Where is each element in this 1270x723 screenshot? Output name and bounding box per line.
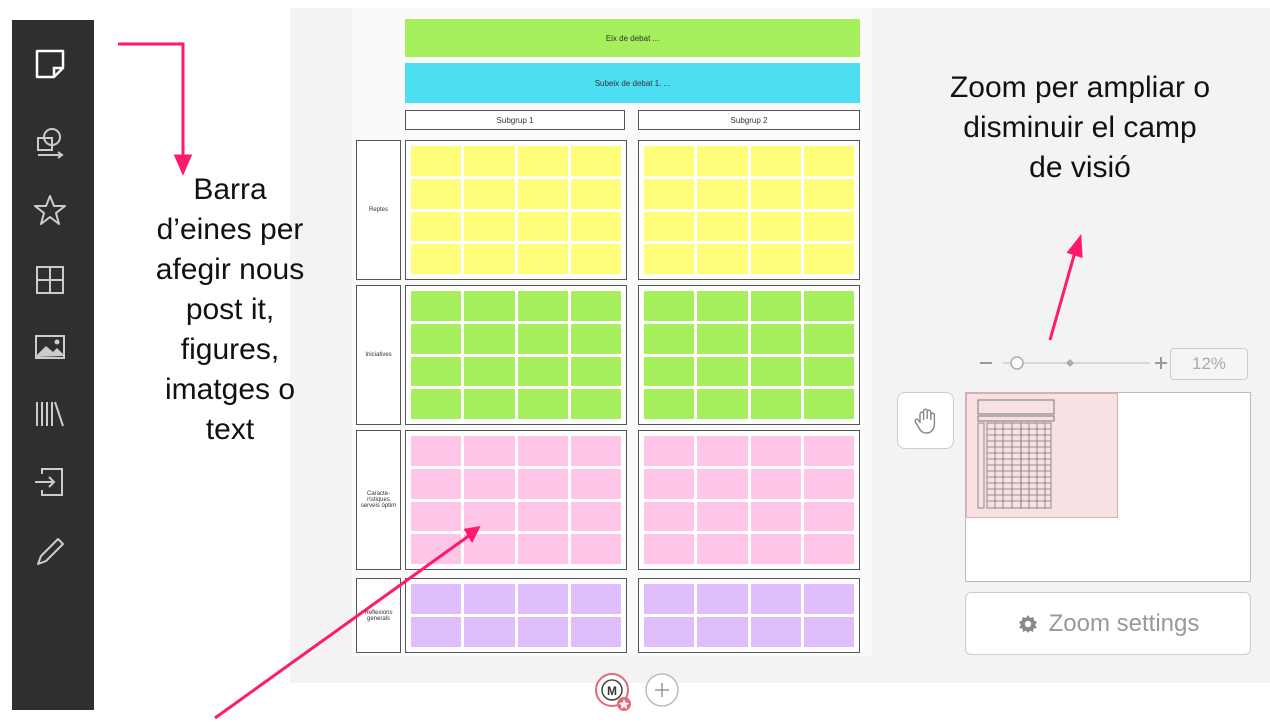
minimap-board-preview [977,399,1055,509]
arrow-zoom [1048,251,1077,341]
zoom-slider-thumb [1010,356,1024,370]
hand-tool-button[interactable] [897,392,954,449]
hand-icon [913,408,935,434]
svg-text:M: M [607,684,617,698]
zoom-settings-label: Zoom settings [1048,609,1200,637]
arrowhead-zoom [1066,233,1083,259]
collaborators-bar: M [592,668,712,723]
arrow-toolbar [118,42,185,160]
zoom-percentage[interactable]: 12% [1170,348,1248,380]
add-collaborator-button[interactable] [645,673,679,707]
arrow-board [214,533,471,720]
avatar[interactable]: M [595,673,631,711]
gear-icon [1018,614,1037,633]
zoom-settings-button[interactable]: Zoom settings [965,592,1251,655]
arrowhead-toolbar [173,154,193,176]
